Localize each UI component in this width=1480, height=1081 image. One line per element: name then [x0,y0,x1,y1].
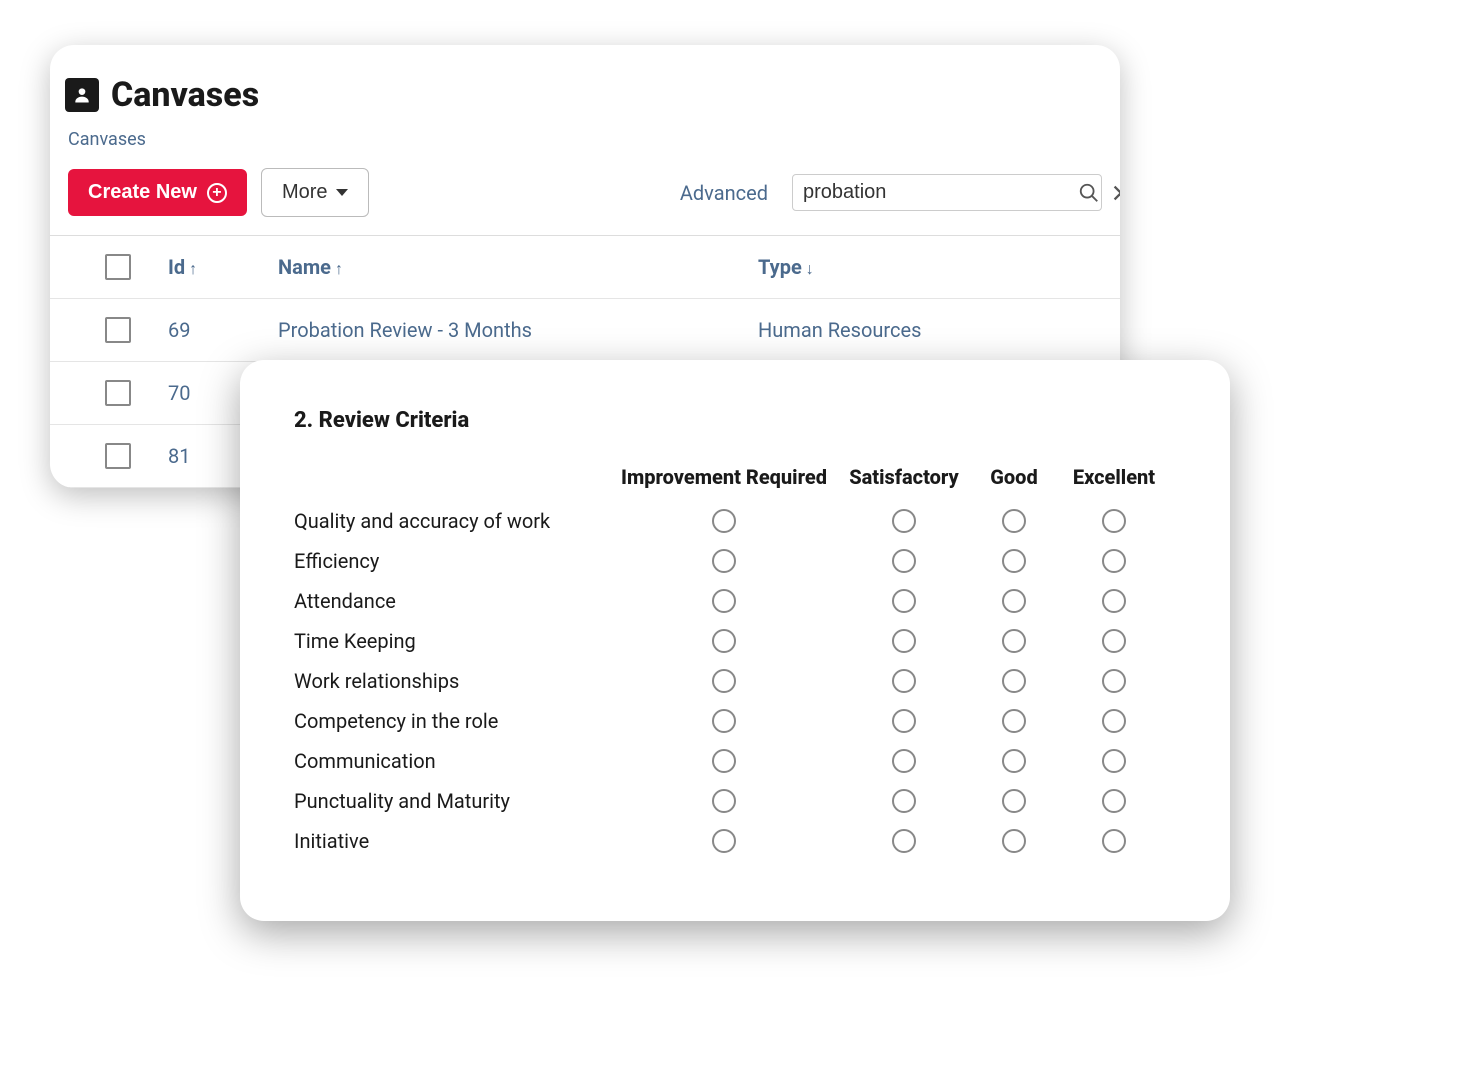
rating-radio[interactable] [892,829,916,853]
criteria-row: Quality and accuracy of work [294,501,1176,541]
cell-type: Human Resources [758,318,1102,342]
search-icon[interactable] [1078,182,1100,204]
cell-id: 69 [168,318,278,342]
rating-radio[interactable] [1102,629,1126,653]
rating-radio[interactable] [892,509,916,533]
rating-radio[interactable] [712,789,736,813]
criteria-label: Efficiency [294,549,614,573]
rating-radio[interactable] [1002,749,1026,773]
sort-up-icon: ↑ [189,259,197,278]
col-header-id[interactable]: Id↑ [168,255,278,279]
rating-radio[interactable] [712,589,736,613]
rating-radio[interactable] [1002,669,1026,693]
advanced-link[interactable]: Advanced [680,181,768,205]
plus-icon: + [207,183,227,203]
rating-radio[interactable] [1102,509,1126,533]
rating-radio[interactable] [1002,549,1026,573]
criteria-row: Initiative [294,821,1176,861]
section-title: 2. Review Criteria [294,408,1176,433]
table-header: Id↑ Name↑ Type↓ [50,236,1120,299]
rating-header: Improvement Required [614,465,834,489]
rating-radio[interactable] [712,709,736,733]
rating-radio[interactable] [712,509,736,533]
more-button[interactable]: More [261,168,369,217]
search-wrap [792,174,1102,211]
rating-radio[interactable] [712,669,736,693]
rating-radio[interactable] [1002,589,1026,613]
row-checkbox[interactable] [105,380,131,406]
criteria-label: Competency in the role [294,709,614,733]
rating-radio[interactable] [712,629,736,653]
rating-radio[interactable] [892,709,916,733]
rating-header: Good [974,465,1054,489]
rating-radio[interactable] [1102,829,1126,853]
sort-up-icon: ↑ [335,259,343,278]
rating-radio[interactable] [1102,589,1126,613]
rating-header: Satisfactory [834,465,974,489]
criteria-row: Competency in the role [294,701,1176,741]
review-panel: 2. Review Criteria Improvement Required … [240,360,1230,921]
rating-radio[interactable] [892,789,916,813]
row-checkbox[interactable] [105,317,131,343]
cell-name: Probation Review - 3 Months [278,318,758,342]
criteria-row: Attendance [294,581,1176,621]
rating-radio[interactable] [1002,509,1026,533]
toolbar: Create New + More Advanced [50,168,1120,235]
rating-radio[interactable] [1102,789,1126,813]
rating-radio[interactable] [1002,709,1026,733]
more-label: More [282,181,328,204]
criteria-label: Attendance [294,589,614,613]
search-input[interactable] [803,181,1068,204]
breadcrumb[interactable]: Canvases [50,115,1120,168]
rating-radio[interactable] [892,749,916,773]
criteria-table: Improvement Required Satisfactory Good E… [294,457,1176,861]
page-title: Canvases [111,75,259,115]
create-new-button[interactable]: Create New + [68,169,247,216]
rating-radio[interactable] [1102,709,1126,733]
criteria-row: Communication [294,741,1176,781]
sort-down-icon: ↓ [806,259,814,278]
rating-header: Excellent [1054,465,1174,489]
criteria-row: Work relationships [294,661,1176,701]
clear-search-icon[interactable] [1110,182,1120,204]
col-header-name[interactable]: Name↑ [278,255,758,279]
criteria-label: Quality and accuracy of work [294,509,614,533]
criteria-label: Time Keeping [294,629,614,653]
page-header: Canvases [50,75,1120,115]
rating-radio[interactable] [712,549,736,573]
criteria-row: Time Keeping [294,621,1176,661]
criteria-header: Improvement Required Satisfactory Good E… [294,457,1176,501]
rating-radio[interactable] [1102,549,1126,573]
col-header-type[interactable]: Type↓ [758,255,1102,279]
criteria-row: Punctuality and Maturity [294,781,1176,821]
criteria-label: Communication [294,749,614,773]
caret-down-icon [336,189,348,196]
rating-radio[interactable] [1002,629,1026,653]
criteria-label: Punctuality and Maturity [294,789,614,813]
canvases-icon [65,78,99,112]
select-all-checkbox[interactable] [105,254,131,280]
criteria-label: Initiative [294,829,614,853]
criteria-row: Efficiency [294,541,1176,581]
rating-radio[interactable] [1002,829,1026,853]
criteria-label: Work relationships [294,669,614,693]
create-new-label: Create New [88,181,197,204]
rating-radio[interactable] [1102,669,1126,693]
rating-radio[interactable] [892,549,916,573]
rating-radio[interactable] [712,829,736,853]
rating-radio[interactable] [892,629,916,653]
row-checkbox[interactable] [105,443,131,469]
rating-radio[interactable] [1002,789,1026,813]
rating-radio[interactable] [892,669,916,693]
rating-radio[interactable] [1102,749,1126,773]
rating-radio[interactable] [712,749,736,773]
table-row[interactable]: 69 Probation Review - 3 Months Human Res… [50,299,1120,362]
rating-radio[interactable] [892,589,916,613]
